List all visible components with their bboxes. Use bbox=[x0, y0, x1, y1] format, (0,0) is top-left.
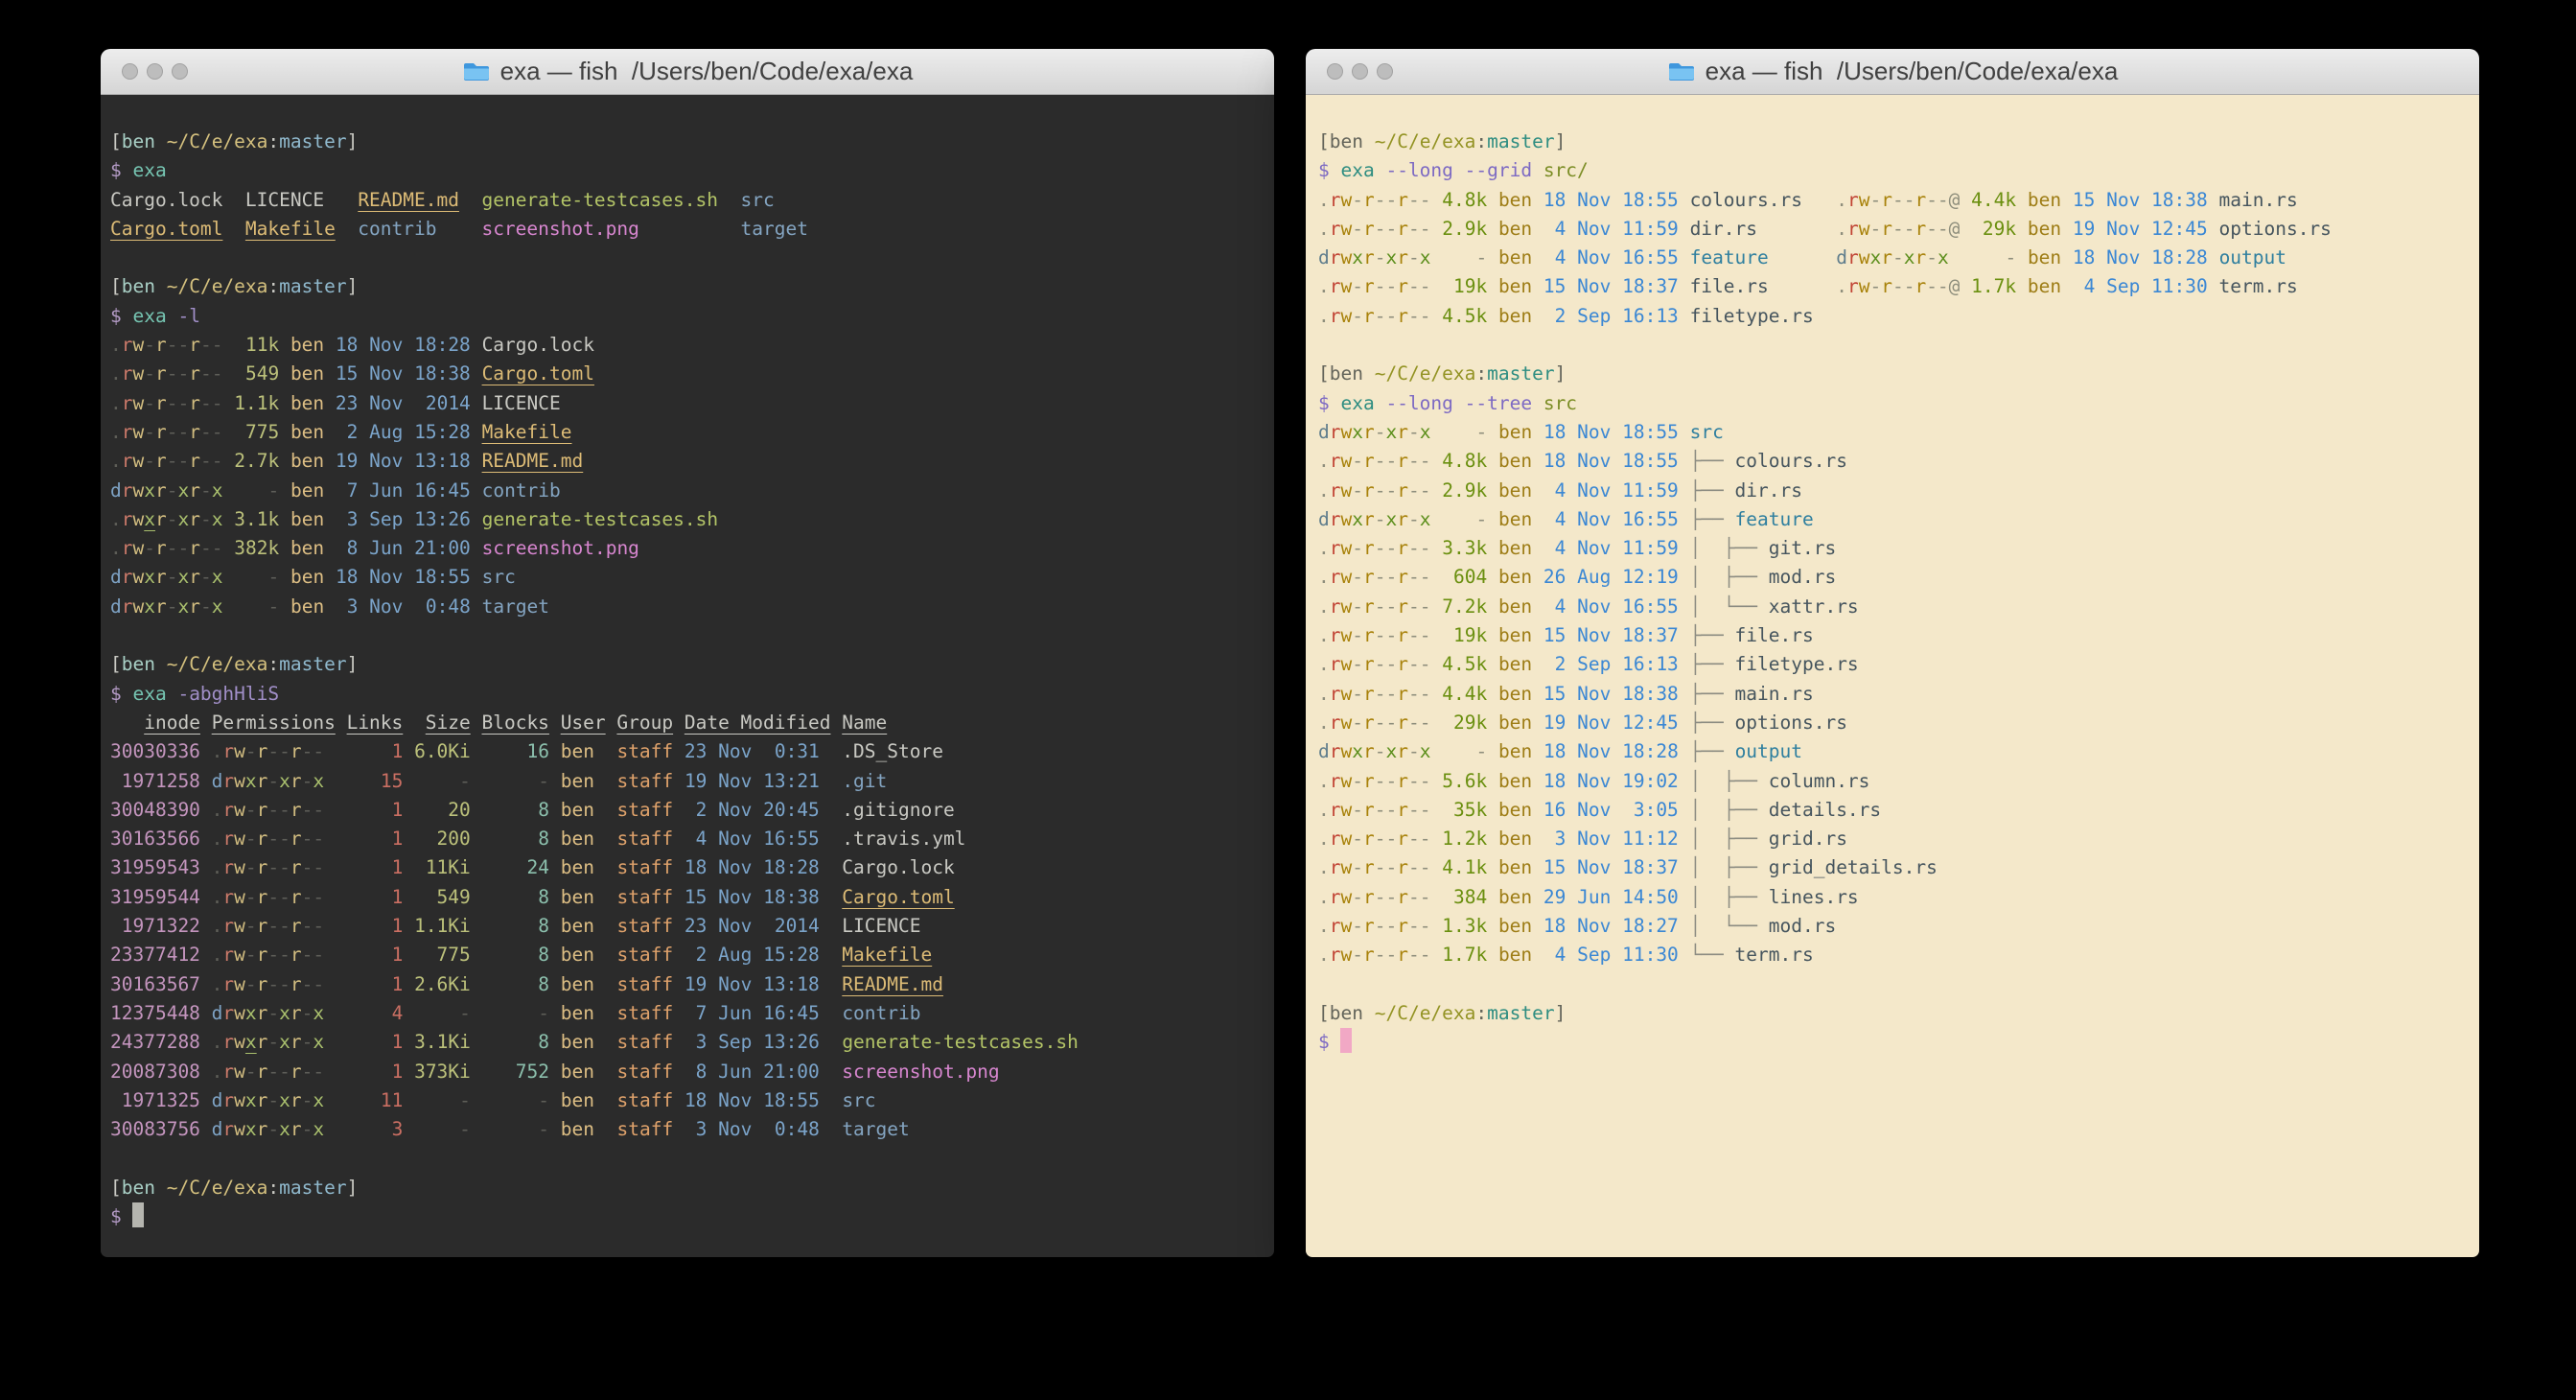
terminal-line: 1971258 drwxr-xr-x 15 - - ben staff 19 N… bbox=[110, 767, 1265, 796]
terminal-screen-light[interactable]: [ben ~/C/e/exa:master]$ exa --long --gri… bbox=[1306, 95, 2479, 1257]
terminal-line: .rw-r--r-- 775 ben 2 Aug 15:28 Makefile bbox=[110, 418, 1265, 447]
terminal-line: $ exa -abghHliS bbox=[110, 680, 1265, 709]
terminal-line: drwxr-xr-x - ben 7 Jun 16:45 contrib bbox=[110, 477, 1265, 505]
terminal-line: drwxr-xr-x - ben 4 Nov 16:55 feature drw… bbox=[1318, 244, 2470, 272]
terminal-line: .rw-r--r-- 3.3k ben 4 Nov 11:59 │ ├── gi… bbox=[1318, 534, 2470, 563]
terminal-line: drwxr-xr-x - ben 18 Nov 18:55 src bbox=[1318, 418, 2470, 447]
terminal-line: .rw-r--r-- 29k ben 19 Nov 12:45 ├── opti… bbox=[1318, 709, 2470, 737]
terminal-line: .rw-r--r-- 4.5k ben 2 Sep 16:13 ├── file… bbox=[1318, 650, 2470, 679]
terminal-line: [ben ~/C/e/exa:master] bbox=[1318, 999, 2470, 1028]
terminal-line: $ exa --long --grid src/ bbox=[1318, 156, 2470, 185]
terminal-line: [ben ~/C/e/exa:master] bbox=[110, 272, 1265, 301]
terminal-line: 30083756 drwxr-xr-x 3 - - ben staff 3 No… bbox=[110, 1115, 1265, 1144]
terminal-line: 31959544 .rw-r--r-- 1 549 8 ben staff 15… bbox=[110, 883, 1265, 912]
titlebar[interactable]: exa — fish /Users/ben/Code/exa/exa bbox=[1306, 49, 2479, 95]
terminal-line: Cargo.lock LICENCE README.md generate-te… bbox=[110, 186, 1265, 215]
terminal-line: .rwxr-xr-x 3.1k ben 3 Sep 13:26 generate… bbox=[110, 505, 1265, 534]
terminal-line: 12375448 drwxr-xr-x 4 - - ben staff 7 Ju… bbox=[110, 999, 1265, 1028]
terminal-window-light: exa — fish /Users/ben/Code/exa/exa [ben … bbox=[1306, 49, 2479, 1257]
folder-icon bbox=[1667, 61, 1696, 82]
terminal-line bbox=[1318, 331, 2470, 360]
close-button[interactable] bbox=[1327, 63, 1343, 80]
terminal-line: 1971322 .rw-r--r-- 1 1.1Ki 8 ben staff 2… bbox=[110, 912, 1265, 941]
terminal-line: .rw-r--r-- 4.5k ben 2 Sep 16:13 filetype… bbox=[1318, 302, 2470, 331]
terminal-line: .rw-r--r-- 1.2k ben 3 Nov 11:12 │ ├── gr… bbox=[1318, 825, 2470, 853]
terminal-line: [ben ~/C/e/exa:master] bbox=[110, 1174, 1265, 1202]
terminal-line: .rw-r--r-- 2.9k ben 4 Nov 11:59 ├── dir.… bbox=[1318, 477, 2470, 505]
terminal-line bbox=[1318, 970, 2470, 999]
terminal-line: .rw-r--r-- 19k ben 15 Nov 18:37 ├── file… bbox=[1318, 621, 2470, 650]
terminal-line: .rw-r--r-- 4.8k ben 18 Nov 18:55 ├── col… bbox=[1318, 447, 2470, 476]
terminal-line: .rw-r--r-- 1.3k ben 18 Nov 18:27 │ └── m… bbox=[1318, 912, 2470, 941]
traffic-lights bbox=[122, 49, 188, 94]
terminal-line: .rw-r--r-- 2.7k ben 19 Nov 13:18 README.… bbox=[110, 447, 1265, 476]
terminal-line: [ben ~/C/e/exa:master] bbox=[1318, 360, 2470, 388]
terminal-line: 30163567 .rw-r--r-- 1 2.6Ki 8 ben staff … bbox=[110, 970, 1265, 999]
terminal-line: .rw-r--r-- 549 ben 15 Nov 18:38 Cargo.to… bbox=[110, 360, 1265, 388]
zoom-button[interactable] bbox=[172, 63, 188, 80]
terminal-line: 30163566 .rw-r--r-- 1 200 8 ben staff 4 … bbox=[110, 825, 1265, 853]
terminal-line: .rw-r--r-- 35k ben 16 Nov 3:05 │ ├── det… bbox=[1318, 796, 2470, 825]
terminal-line: drwxr-xr-x - ben 3 Nov 0:48 target bbox=[110, 593, 1265, 621]
terminal-line: .rw-r--r-- 1.1k ben 23 Nov 2014 LICENCE bbox=[110, 389, 1265, 418]
terminal-line: .rw-r--r-- 4.4k ben 15 Nov 18:38 ├── mai… bbox=[1318, 680, 2470, 709]
terminal-line: [ben ~/C/e/exa:master] bbox=[110, 128, 1265, 156]
terminal-line: $ bbox=[110, 1202, 1265, 1231]
terminal-cursor bbox=[132, 1202, 144, 1227]
terminal-line: .rw-r--r-- 4.8k ben 18 Nov 18:55 colours… bbox=[1318, 186, 2470, 215]
terminal-line: $ exa --long --tree src bbox=[1318, 389, 2470, 418]
terminal-line: drwxr-xr-x - ben 4 Nov 16:55 ├── feature bbox=[1318, 505, 2470, 534]
terminal-line: Cargo.toml Makefile contrib screenshot.p… bbox=[110, 215, 1265, 244]
terminal-line: [ben ~/C/e/exa:master] bbox=[1318, 128, 2470, 156]
terminal-line: 23377412 .rw-r--r-- 1 775 8 ben staff 2 … bbox=[110, 941, 1265, 969]
terminal-line: inode Permissions Links Size Blocks User… bbox=[110, 709, 1265, 737]
desktop: { "titlebar": {"title": "exa — fish /Use… bbox=[0, 0, 2576, 1400]
titlebar[interactable]: exa — fish /Users/ben/Code/exa/exa bbox=[101, 49, 1274, 95]
traffic-lights bbox=[1327, 49, 1393, 94]
terminal-window-dark: exa — fish /Users/ben/Code/exa/exa [ben … bbox=[101, 49, 1274, 1257]
terminal-line: 20087308 .rw-r--r-- 1 373Ki 752 ben staf… bbox=[110, 1058, 1265, 1086]
terminal-line: [ben ~/C/e/exa:master] bbox=[110, 650, 1265, 679]
terminal-line: .rw-r--r-- 2.9k ben 4 Nov 11:59 dir.rs .… bbox=[1318, 215, 2470, 244]
terminal-line: .rw-r--r-- 382k ben 8 Jun 21:00 screensh… bbox=[110, 534, 1265, 563]
terminal-line: $ exa bbox=[110, 156, 1265, 185]
terminal-line: .rw-r--r-- 1.7k ben 4 Sep 11:30 └── term… bbox=[1318, 941, 2470, 969]
terminal-line: .rw-r--r-- 11k ben 18 Nov 18:28 Cargo.lo… bbox=[110, 331, 1265, 360]
terminal-line: 1971325 drwxr-xr-x 11 - - ben staff 18 N… bbox=[110, 1086, 1265, 1115]
terminal-line: drwxr-xr-x - ben 18 Nov 18:28 ├── output bbox=[1318, 737, 2470, 766]
terminal-line: $ exa -l bbox=[110, 302, 1265, 331]
window-title: exa — fish /Users/ben/Code/exa/exa bbox=[500, 57, 914, 86]
terminal-line: drwxr-xr-x - ben 18 Nov 18:55 src bbox=[110, 563, 1265, 592]
terminal-line: $ bbox=[1318, 1028, 2470, 1057]
minimize-button[interactable] bbox=[147, 63, 163, 80]
terminal-line bbox=[110, 244, 1265, 272]
terminal-line: .rw-r--r-- 604 ben 26 Aug 12:19 │ ├── mo… bbox=[1318, 563, 2470, 592]
terminal-line: .rw-r--r-- 384 ben 29 Jun 14:50 │ ├── li… bbox=[1318, 883, 2470, 912]
zoom-button[interactable] bbox=[1377, 63, 1393, 80]
terminal-screen-dark[interactable]: [ben ~/C/e/exa:master]$ exaCargo.lock LI… bbox=[101, 95, 1274, 1257]
terminal-line: 30030336 .rw-r--r-- 1 6.0Ki 16 ben staff… bbox=[110, 737, 1265, 766]
terminal-line: .rw-r--r-- 4.1k ben 15 Nov 18:37 │ ├── g… bbox=[1318, 853, 2470, 882]
terminal-line: .rw-r--r-- 7.2k ben 4 Nov 16:55 │ └── xa… bbox=[1318, 593, 2470, 621]
terminal-line: .rw-r--r-- 5.6k ben 18 Nov 19:02 │ ├── c… bbox=[1318, 767, 2470, 796]
terminal-cursor bbox=[1340, 1028, 1352, 1053]
terminal-line bbox=[110, 1144, 1265, 1173]
window-title: exa — fish /Users/ben/Code/exa/exa bbox=[1706, 57, 2119, 86]
terminal-line: 30048390 .rw-r--r-- 1 20 8 ben staff 2 N… bbox=[110, 796, 1265, 825]
terminal-line bbox=[110, 621, 1265, 650]
folder-icon bbox=[462, 61, 491, 82]
minimize-button[interactable] bbox=[1352, 63, 1368, 80]
terminal-line: .rw-r--r-- 19k ben 15 Nov 18:37 file.rs … bbox=[1318, 272, 2470, 301]
terminal-line: 31959543 .rw-r--r-- 1 11Ki 24 ben staff … bbox=[110, 853, 1265, 882]
close-button[interactable] bbox=[122, 63, 138, 80]
terminal-line: 24377288 .rwxr-xr-x 1 3.1Ki 8 ben staff … bbox=[110, 1028, 1265, 1057]
